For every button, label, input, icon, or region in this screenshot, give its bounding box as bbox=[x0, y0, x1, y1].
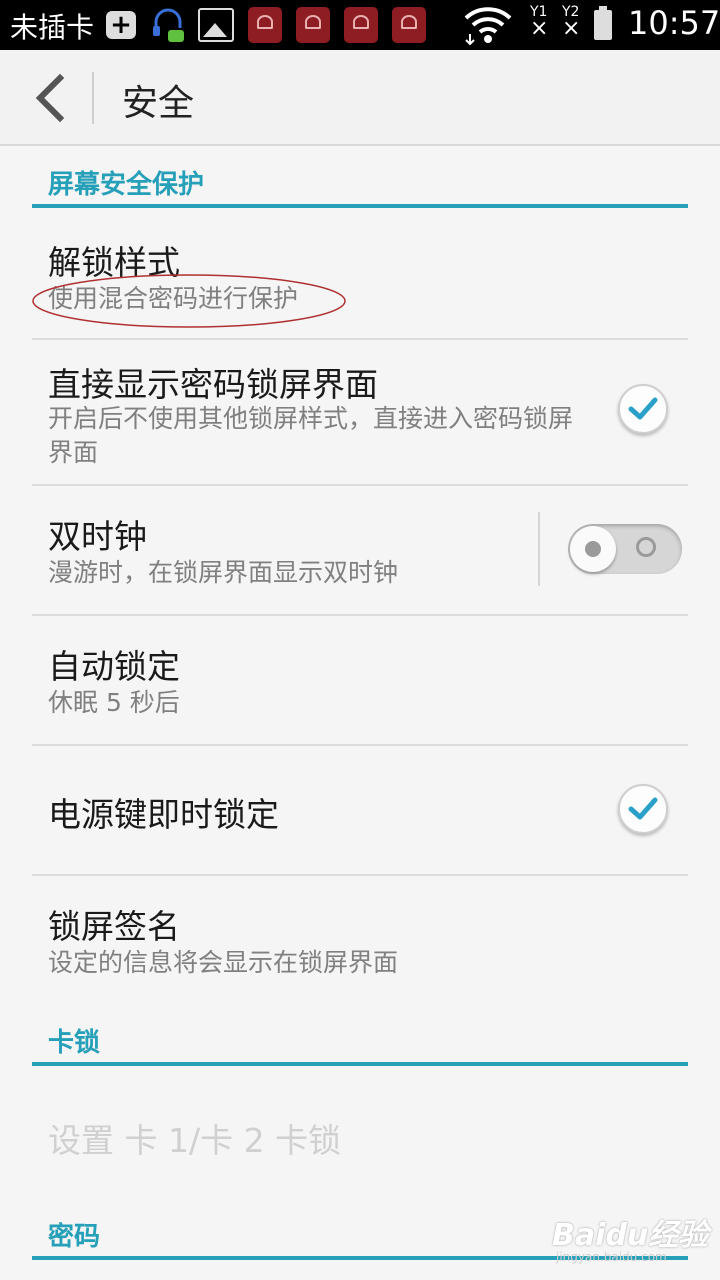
toggle-knob bbox=[570, 526, 616, 572]
headset-icon bbox=[153, 8, 184, 42]
section-title: 卡锁 bbox=[48, 1028, 101, 1058]
item-title: 双时钟 bbox=[48, 517, 147, 556]
baidu-watermark: Baidu经验 bbox=[552, 1218, 709, 1253]
section-title: 屏幕安全保护 bbox=[48, 170, 205, 200]
section-header-sim-lock: 卡锁 bbox=[32, 1010, 688, 1066]
list-item-unlock-style[interactable]: 解锁样式 使用混合密码进行保护 bbox=[32, 208, 688, 340]
action-bar-divider bbox=[92, 72, 94, 124]
power-lock-checkbox[interactable] bbox=[618, 784, 668, 834]
section-header-screen: 屏幕安全保护 bbox=[32, 152, 688, 208]
list-item-lock-signature[interactable]: 锁屏签名 设定的信息将会显示在锁屏界面 bbox=[32, 876, 688, 1006]
battery-icon bbox=[594, 6, 612, 40]
divider bbox=[538, 512, 540, 586]
baidu-watermark-url: jingyan.baidu.com bbox=[556, 1250, 667, 1264]
item-summary: 休眠 5 秒后 bbox=[48, 688, 180, 717]
item-summary: 开启后不使用其他锁屏样式，直接进入密码锁屏界面 bbox=[48, 404, 574, 467]
list-item-sim-lock[interactable]: 设置 卡 1/卡 2 卡锁 bbox=[32, 1066, 688, 1202]
clock: 10:57 bbox=[628, 4, 720, 42]
item-title: 电源键即时锁定 bbox=[48, 795, 279, 834]
item-title: 锁屏签名 bbox=[48, 907, 180, 946]
item-title: 解锁样式 bbox=[48, 243, 180, 282]
dual-clock-toggle[interactable] bbox=[568, 524, 682, 574]
huawei-app-icon bbox=[392, 7, 426, 43]
item-title: 设置 卡 1/卡 2 卡锁 bbox=[48, 1121, 342, 1160]
status-bar: 未插卡 + Y1 × Y2 × 10:57 bbox=[0, 0, 720, 50]
checkmark-icon bbox=[628, 797, 658, 820]
item-summary: 漫游时，在锁屏界面显示双时钟 bbox=[48, 558, 399, 587]
page-title: 安全 bbox=[122, 83, 195, 124]
back-chevron-icon[interactable] bbox=[22, 68, 78, 128]
item-summary: 使用混合密码进行保护 bbox=[48, 284, 299, 313]
list-item-auto-lock[interactable]: 自动锁定 休眠 5 秒后 bbox=[32, 616, 688, 746]
wifi-icon bbox=[464, 7, 512, 46]
signal-icon: Y2 × bbox=[562, 4, 581, 41]
checkmark-icon bbox=[628, 397, 658, 420]
gallery-icon bbox=[198, 8, 234, 42]
item-title: 直接显示密码锁屏界面 bbox=[48, 365, 378, 404]
carrier-label: 未插卡 bbox=[10, 11, 95, 44]
list-item-direct-password[interactable]: 直接显示密码锁屏界面 开启后不使用其他锁屏样式，直接进入密码锁屏界面 bbox=[32, 340, 688, 486]
huawei-app-icon bbox=[296, 7, 330, 43]
section-title: 密码 bbox=[48, 1222, 101, 1252]
item-summary: 设定的信息将会显示在锁屏界面 bbox=[48, 948, 399, 977]
action-bar: 安全 bbox=[0, 50, 720, 146]
direct-password-checkbox[interactable] bbox=[618, 384, 668, 434]
list-item-power-lock[interactable]: 电源键即时锁定 bbox=[32, 746, 688, 876]
item-title: 自动锁定 bbox=[48, 647, 180, 686]
huawei-app-icon bbox=[344, 7, 378, 43]
signal-icon: Y1 × bbox=[530, 4, 549, 41]
list-item-dual-clock[interactable]: 双时钟 漫游时，在锁屏界面显示双时钟 bbox=[32, 486, 688, 616]
huawei-app-icon bbox=[248, 7, 282, 43]
toggle-off-icon bbox=[636, 537, 656, 557]
plus-icon: + bbox=[106, 11, 136, 39]
